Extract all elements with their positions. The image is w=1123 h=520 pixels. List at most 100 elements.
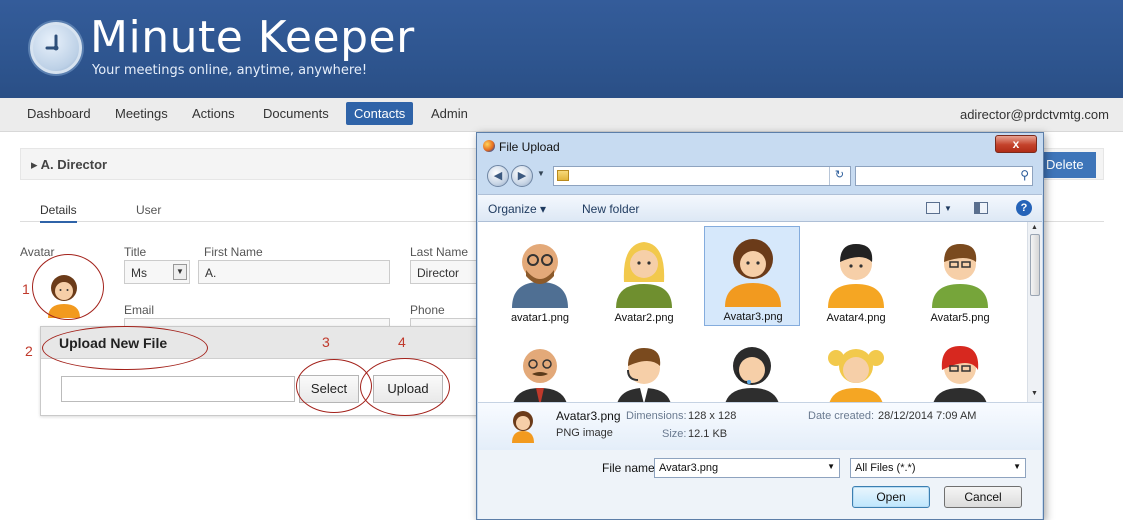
avatar-red-hair-icon — [933, 346, 987, 402]
cancel-button[interactable]: Cancel — [944, 486, 1022, 508]
nav-dashboard[interactable]: Dashboard — [27, 106, 91, 121]
file-type-filter-value: All Files (*.*) — [855, 462, 916, 474]
file-details-pane: Avatar3.png PNG image Dimensions: 128 x … — [478, 402, 1042, 450]
avatar-pigtails-girl-icon — [828, 349, 884, 402]
upload-file-path-input[interactable] — [61, 376, 295, 402]
avatar-bald-mustache-icon — [513, 349, 567, 402]
scroll-down-icon[interactable]: ▼ — [1031, 390, 1038, 397]
app-brand[interactable]: Minute Keeper — [90, 12, 415, 63]
file-item[interactable]: Avatar4.png — [808, 228, 904, 328]
nav-meetings[interactable]: Meetings — [115, 106, 168, 121]
file-name: Avatar2.png — [614, 312, 674, 324]
back-arrow-icon[interactable]: ◀ — [487, 165, 509, 187]
avatar-headset-woman-icon — [725, 347, 779, 402]
annotation-circle-upload-title — [42, 326, 208, 370]
close-dialog-button[interactable]: x — [995, 135, 1037, 153]
folder-icon — [557, 170, 569, 181]
first-name-label: First Name — [204, 245, 263, 259]
tab-user[interactable]: User — [136, 203, 161, 217]
dialog-title: File Upload — [499, 140, 560, 154]
organize-menu[interactable]: Organize ▾ — [488, 202, 546, 216]
avatar-label: Avatar — [20, 245, 55, 259]
file-item[interactable]: Avatar5.png — [912, 228, 1008, 328]
search-icon: ⚲ — [1020, 168, 1029, 182]
new-folder-button[interactable]: New folder — [582, 202, 639, 216]
recent-pages-icon[interactable]: ▼ — [537, 169, 545, 178]
user-email[interactable]: adirector@prdctvmtg.com — [960, 107, 1109, 122]
title-select[interactable]: Ms ▼ — [124, 260, 190, 284]
dialog-footer: File name: Avatar3.png ▼ All Files (*.*)… — [478, 450, 1042, 519]
nav-documents[interactable]: Documents — [263, 106, 329, 121]
file-upload-dialog: File Upload x ◀ ▶ ▼ ↻ ⚲ Organize ▾ New f… — [476, 132, 1044, 520]
first-name-field[interactable]: A. — [198, 260, 390, 284]
address-row: ◀ ▶ ▼ ↻ ⚲ — [483, 163, 1037, 189]
clock-logo-icon — [30, 22, 82, 74]
file-name: Avatar3.png — [723, 311, 783, 323]
avatar-headset-man-icon — [617, 348, 671, 402]
annotation-number-2: 2 — [25, 343, 33, 359]
email-label: Email — [124, 303, 155, 317]
nav-admin[interactable]: Admin — [431, 106, 468, 121]
chevron-down-icon[interactable]: ▼ — [1013, 462, 1021, 471]
last-name-label: Last Name — [410, 245, 469, 259]
last-name-field[interactable]: Director — [410, 260, 476, 284]
forward-arrow-icon[interactable]: ▶ — [511, 165, 533, 187]
file-name-input-value: Avatar3.png — [659, 462, 719, 474]
file-item[interactable] — [492, 332, 588, 402]
view-options-chevron-icon[interactable]: ▼ — [944, 204, 952, 213]
detail-date-label: Date created: — [808, 410, 875, 422]
scroll-thumb[interactable] — [1030, 234, 1040, 296]
open-button[interactable]: Open — [852, 486, 930, 508]
detail-date-value: 28/12/2014 7:09 AM — [878, 410, 977, 422]
help-icon[interactable]: ? — [1016, 200, 1032, 216]
search-input[interactable]: ⚲ — [855, 166, 1033, 186]
scroll-up-icon[interactable]: ▲ — [1031, 224, 1038, 231]
detail-file-type: PNG image — [556, 427, 613, 439]
avatar-dark-hair-man-icon — [828, 244, 884, 308]
nav-actions[interactable]: Actions — [192, 106, 235, 121]
annotation-number-1: 1 — [22, 281, 30, 297]
change-view-icon[interactable] — [926, 202, 940, 214]
file-type-filter[interactable]: All Files (*.*) ▼ — [850, 458, 1026, 478]
file-name-label: File name: — [602, 461, 659, 475]
main-nav: Dashboard Meetings Actions Documents Con… — [0, 98, 1123, 132]
detail-size-label: Size: — [662, 428, 687, 440]
chevron-down-icon: ▼ — [173, 264, 187, 280]
app-tagline: Your meetings online, anytime, anywhere! — [92, 63, 368, 78]
app-root: Minute Keeper Your meetings online, anyt… — [0, 0, 1123, 520]
avatar-curly-woman-icon — [725, 239, 781, 307]
file-item[interactable] — [704, 332, 800, 402]
firefox-icon — [483, 140, 495, 152]
chevron-down-icon[interactable]: ▼ — [827, 462, 835, 471]
file-item[interactable]: Avatar2.png — [596, 228, 692, 328]
file-item-selected[interactable]: Avatar3.png — [704, 226, 800, 326]
file-item[interactable] — [808, 332, 904, 402]
address-bar[interactable] — [553, 166, 851, 186]
detail-size-value: 12.1 KB — [688, 428, 728, 440]
file-item[interactable] — [912, 332, 1008, 402]
title-label: Title — [124, 245, 147, 259]
avatar-curly-woman-icon — [512, 411, 534, 443]
delete-button[interactable]: Delete — [1040, 152, 1096, 178]
file-name-input[interactable]: Avatar3.png ▼ — [654, 458, 840, 478]
phone-label: Phone — [410, 303, 445, 317]
annotation-number-3: 3 — [322, 334, 330, 350]
file-name: avatar1.png — [510, 312, 570, 324]
tab-details[interactable]: Details — [40, 203, 77, 223]
annotation-circle-upload — [360, 358, 450, 416]
nav-contacts[interactable]: Contacts — [346, 102, 414, 125]
annotation-circle-avatar — [32, 254, 104, 320]
file-item[interactable]: avatar1.png — [492, 228, 588, 328]
app-header: Minute Keeper Your meetings online, anyt… — [0, 0, 1123, 98]
contact-name-heading[interactable]: ▸ A. Director — [31, 157, 107, 173]
detail-dimensions-value: 128 x 128 — [688, 410, 737, 422]
file-item[interactable] — [596, 332, 692, 402]
file-list-scrollbar[interactable]: ▲ ▼ — [1027, 222, 1042, 402]
file-list: avatar1.png Avatar2.png Avatar3.png Avat… — [478, 222, 1027, 402]
avatar-bald-glasses-icon — [512, 244, 568, 308]
preview-pane-icon[interactable] — [974, 202, 988, 214]
avatar-glasses-man-icon — [932, 244, 988, 308]
refresh-icon[interactable]: ↻ — [829, 167, 849, 185]
file-name: Avatar5.png — [930, 312, 990, 324]
file-name: Avatar4.png — [826, 312, 886, 324]
